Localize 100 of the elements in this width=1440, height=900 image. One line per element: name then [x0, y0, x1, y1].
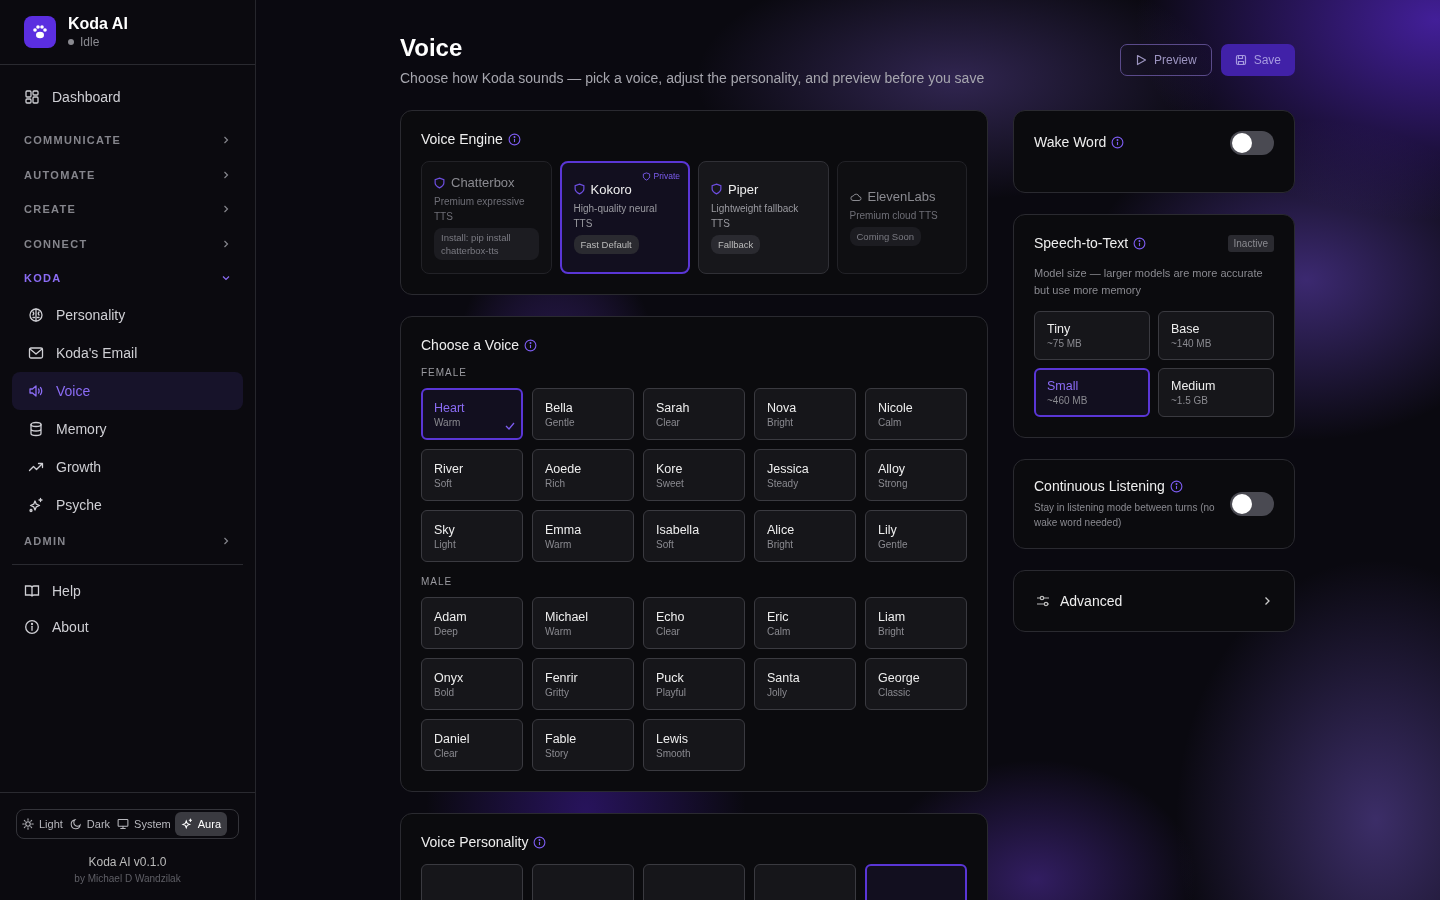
- voice-option[interactable]: Kore Sweet: [643, 449, 745, 501]
- voice-option[interactable]: Echo Clear: [643, 597, 745, 649]
- paw-logo-icon: [24, 16, 56, 48]
- engine-description: Premium cloud TTS: [849, 209, 939, 223]
- engine-tag: Coming Soon: [849, 227, 922, 246]
- nav-item[interactable]: Psyche: [12, 485, 243, 524]
- nav-item[interactable]: Help: [12, 573, 243, 609]
- voice-option[interactable]: Alice Bright: [754, 510, 856, 562]
- info-icon[interactable]: [533, 835, 547, 849]
- nav-section[interactable]: CREATE: [12, 192, 243, 227]
- status-label: Idle: [80, 35, 100, 49]
- voice-option[interactable]: River Soft: [421, 449, 523, 501]
- theme-option[interactable]: Dark: [66, 812, 114, 836]
- info-icon[interactable]: [1133, 236, 1147, 250]
- engine-name: Kokoro: [590, 181, 632, 197]
- voice-option[interactable]: Bella Gentle: [532, 388, 634, 440]
- nav-item[interactable]: About: [12, 609, 243, 645]
- theme-option[interactable]: System: [114, 812, 174, 836]
- chevron-right-icon: [221, 135, 231, 146]
- model-option[interactable]: Small ~460 MB: [1034, 368, 1150, 417]
- info-icon[interactable]: [524, 338, 538, 352]
- nav-section[interactable]: ADMIN: [12, 523, 243, 558]
- model-option[interactable]: Medium ~1.5 GB: [1158, 368, 1274, 417]
- card-title: Choose a Voice: [421, 337, 520, 353]
- voice-option[interactable]: Adam Deep: [421, 597, 523, 649]
- preview-button[interactable]: Preview: [1119, 44, 1212, 76]
- nav-item[interactable]: Memory: [12, 409, 243, 448]
- engine-description: Premium expressive TTS: [434, 195, 526, 224]
- voice-option[interactable]: George Classic: [865, 658, 967, 710]
- group-label: MALE: [421, 576, 454, 587]
- voice-option[interactable]: Alloy Strong: [865, 449, 967, 501]
- info-icon[interactable]: [1111, 135, 1125, 149]
- engine-tag: Fallback: [711, 234, 761, 254]
- check-icon: [505, 422, 515, 430]
- voice-option[interactable]: Isabella Soft: [643, 510, 745, 562]
- author-label: by Michael D Wandzilak: [74, 873, 181, 884]
- nav-section[interactable]: CONNECT: [12, 226, 243, 261]
- voice-option[interactable]: Lewis Smooth: [643, 719, 745, 771]
- theme-option[interactable]: Light: [19, 812, 66, 836]
- model-option[interactable]: Base ~140 MB: [1158, 311, 1274, 360]
- voice-option[interactable]: Lily Gentle: [865, 510, 967, 562]
- chevron-right-icon: [221, 238, 231, 249]
- engine-name: ElevenLabs: [867, 189, 936, 204]
- voice-option[interactable]: Jessica Steady: [754, 449, 856, 501]
- model-option[interactable]: Tiny ~75 MB: [1034, 311, 1150, 360]
- voice-option[interactable]: Nova Bright: [754, 388, 856, 440]
- nav-item[interactable]: Koda's Email: [12, 333, 243, 372]
- voice-option[interactable]: Heart Warm: [421, 388, 523, 440]
- save-icon: [1234, 54, 1247, 66]
- engine-option[interactable]: Private Kokoro High-quality neural TTS Fast Default: [559, 161, 690, 274]
- theme-option[interactable]: Aura: [174, 812, 228, 836]
- book-icon: [24, 583, 40, 599]
- voice-option[interactable]: Aoede Rich: [532, 449, 634, 501]
- mail-icon: [28, 344, 44, 361]
- page-subtitle: Choose how Koda sounds — pick a voice, adjust the personality, and preview before you save: [400, 70, 985, 86]
- voice-option[interactable]: Sarah Clear: [643, 388, 745, 440]
- shield-icon: [641, 171, 651, 181]
- engine-name: Chatterbox: [451, 175, 515, 190]
- continuous-listening-toggle[interactable]: [1230, 492, 1274, 516]
- card-title: Voice Personality: [421, 834, 529, 850]
- nav-item[interactable]: Growth: [12, 447, 243, 486]
- engine-description: Lightweight fallback TTS: [711, 201, 800, 231]
- engine-option[interactable]: Piper Lightweight fallback TTS Fallback: [698, 161, 829, 274]
- nav-section[interactable]: KODA: [12, 261, 243, 296]
- info-icon[interactable]: [1169, 479, 1183, 493]
- voice-option[interactable]: Eric Calm: [754, 597, 856, 649]
- voice-option[interactable]: Michael Warm: [532, 597, 634, 649]
- shield-icon: [434, 176, 445, 189]
- advanced-row[interactable]: Advanced: [1013, 570, 1295, 632]
- voice-option[interactable]: Onyx Bold: [421, 658, 523, 710]
- nav-item[interactable]: Personality: [12, 295, 243, 334]
- voice-option[interactable]: Puck Playful: [643, 658, 745, 710]
- page-title: Voice: [400, 34, 464, 62]
- chevron-right-icon: [221, 535, 231, 546]
- moon-icon: [69, 818, 82, 830]
- group-label: FEMALE: [421, 367, 468, 378]
- model-size-description: Model size — larger models are more accurate but use more memory: [1034, 266, 1264, 298]
- voice-option[interactable]: Liam Bright: [865, 597, 967, 649]
- shield-icon: [711, 183, 722, 195]
- nav-item[interactable]: Voice: [12, 371, 243, 410]
- info-icon[interactable]: [507, 132, 521, 146]
- nav-section[interactable]: AUTOMATE: [12, 157, 243, 192]
- monitor-icon: [117, 818, 130, 830]
- play-icon: [1134, 54, 1147, 66]
- voice-option[interactable]: Daniel Clear: [421, 719, 523, 771]
- voice-option[interactable]: Emma Warm: [532, 510, 634, 562]
- nav-item[interactable]: Dashboard: [12, 79, 243, 115]
- card-title: Speech-to-Text: [1034, 235, 1129, 251]
- save-button[interactable]: Save: [1220, 44, 1295, 76]
- engine-name: Piper: [728, 181, 759, 197]
- nav-section[interactable]: COMMUNICATE: [12, 123, 243, 158]
- voice-option[interactable]: Nicole Calm: [865, 388, 967, 440]
- voice-option[interactable]: Santa Jolly: [754, 658, 856, 710]
- sparkle-icon: [180, 818, 193, 830]
- wake-word-toggle[interactable]: [1230, 131, 1274, 155]
- voice-option[interactable]: Sky Light: [421, 510, 523, 562]
- voice-option[interactable]: Fable Story: [532, 719, 634, 771]
- voice-option[interactable]: Fenrir Gritty: [532, 658, 634, 710]
- card-title: Continuous Listening: [1034, 478, 1165, 494]
- engine-description: High-quality neural TTS: [573, 201, 658, 231]
